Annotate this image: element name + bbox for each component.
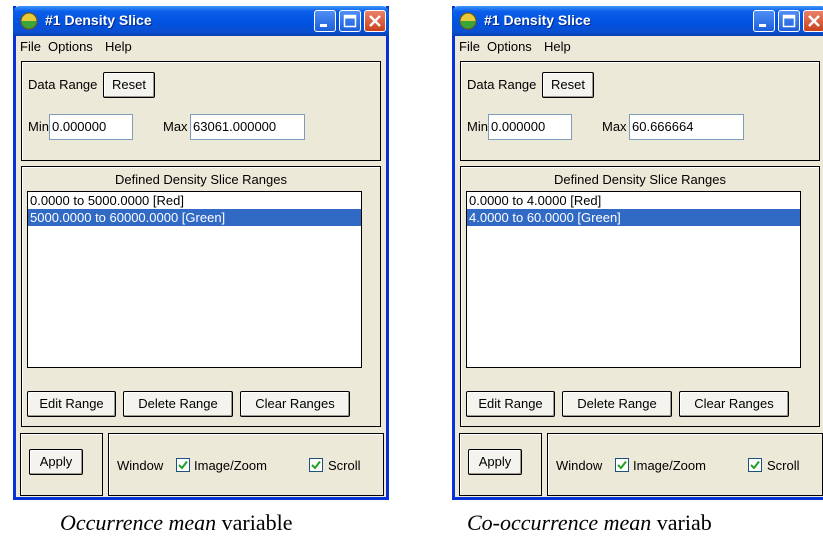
menu-bar: File Options Help [16,36,386,58]
minimize-button[interactable] [314,10,336,32]
window-title: #1 Density Slice [484,12,591,28]
edit-range-button[interactable]: Edit Range [27,391,116,417]
edit-range-button[interactable]: Edit Range [466,391,555,417]
max-field[interactable]: 60.666664 [629,114,744,140]
minimize-icon [320,24,327,27]
maximize-icon [343,14,357,28]
scroll-checkbox[interactable] [748,458,762,472]
image-zoom-label: Image/Zoom [633,458,706,473]
apply-button[interactable]: Apply [29,449,83,475]
apply-group: Apply [459,433,542,496]
caption-occurrence: Occurrence mean variable [60,510,293,536]
max-label: Max [602,119,627,134]
window-label: Window [117,458,164,473]
menu-file[interactable]: File [459,39,480,54]
data-range-label: Data Range [467,77,537,92]
envi-app-icon [20,12,38,30]
delete-range-button[interactable]: Delete Range [562,391,672,417]
window-options-group: Window Image/Zoom Scroll [108,433,384,496]
apply-group: Apply [20,433,103,496]
density-slice-window-co-occurrence: #1 Density Slice File Options Help Data … [452,6,823,500]
min-field[interactable]: 0.000000 [488,114,572,140]
maximize-button[interactable] [339,10,361,32]
maximize-button[interactable] [778,10,800,32]
clear-ranges-button[interactable]: Clear Ranges [240,391,350,417]
maximize-icon [782,14,796,28]
image-zoom-label: Image/Zoom [194,458,267,473]
menu-bar: File Options Help [455,36,823,58]
menu-help[interactable]: Help [105,39,132,54]
list-item[interactable]: 4.0000 to 60.0000 [Green] [467,209,800,226]
defined-ranges-group: Defined Density Slice Ranges 0.0000 to 4… [460,166,820,427]
apply-button[interactable]: Apply [468,449,522,475]
caption-rest: variab [651,510,712,535]
close-icon [369,15,381,27]
ranges-list[interactable]: 0.0000 to 5000.0000 [Red] 5000.0000 to 6… [27,191,362,368]
list-item[interactable]: 0.0000 to 5000.0000 [Red] [28,192,361,209]
reset-button[interactable]: Reset [542,72,594,98]
max-label: Max [163,119,188,134]
minimize-button[interactable] [753,10,775,32]
defined-ranges-label: Defined Density Slice Ranges [554,172,726,187]
caption-italic: Co-occurrence mean [467,510,652,535]
title-bar[interactable]: #1 Density Slice [13,6,389,36]
delete-range-button[interactable]: Delete Range [123,391,233,417]
scroll-label: Scroll [328,458,361,473]
ranges-list[interactable]: 0.0000 to 4.0000 [Red] 4.0000 to 60.0000… [466,191,801,368]
max-field[interactable]: 63061.000000 [190,114,305,140]
data-range-group: Data Range Reset Min 0.000000 Max 63061.… [21,61,381,161]
title-bar[interactable]: #1 Density Slice [452,6,823,36]
check-icon [178,460,188,470]
clear-ranges-button[interactable]: Clear Ranges [679,391,789,417]
min-field[interactable]: 0.000000 [49,114,133,140]
reset-button[interactable]: Reset [103,72,155,98]
scroll-checkbox[interactable] [309,458,323,472]
data-range-group: Data Range Reset Min 0.000000 Max 60.666… [460,61,820,161]
menu-options[interactable]: Options [48,39,93,54]
defined-ranges-group: Defined Density Slice Ranges 0.0000 to 5… [21,166,381,427]
data-range-label: Data Range [28,77,98,92]
min-label: Min [28,119,49,134]
caption-italic: Occurrence mean [60,510,217,535]
check-icon [311,460,321,470]
envi-app-icon [459,12,477,30]
list-item[interactable]: 0.0000 to 4.0000 [Red] [467,192,800,209]
window-options-group: Window Image/Zoom Scroll [547,433,823,496]
menu-options[interactable]: Options [487,39,532,54]
check-icon [617,460,627,470]
caption-rest: variable [216,510,293,535]
image-zoom-checkbox[interactable] [615,458,629,472]
scroll-label: Scroll [767,458,800,473]
defined-ranges-label: Defined Density Slice Ranges [115,172,287,187]
menu-help[interactable]: Help [544,39,571,54]
close-icon [808,15,820,27]
window-title: #1 Density Slice [45,12,152,28]
list-item[interactable]: 5000.0000 to 60000.0000 [Green] [28,209,361,226]
caption-co-occurrence: Co-occurrence mean variab [467,510,712,536]
close-button[interactable] [364,10,386,32]
min-label: Min [467,119,488,134]
menu-file[interactable]: File [20,39,41,54]
window-label: Window [556,458,603,473]
close-button[interactable] [803,10,823,32]
check-icon [750,460,760,470]
density-slice-window-occurrence: #1 Density Slice File Options Help Data … [13,6,389,500]
image-zoom-checkbox[interactable] [176,458,190,472]
minimize-icon [759,24,766,27]
